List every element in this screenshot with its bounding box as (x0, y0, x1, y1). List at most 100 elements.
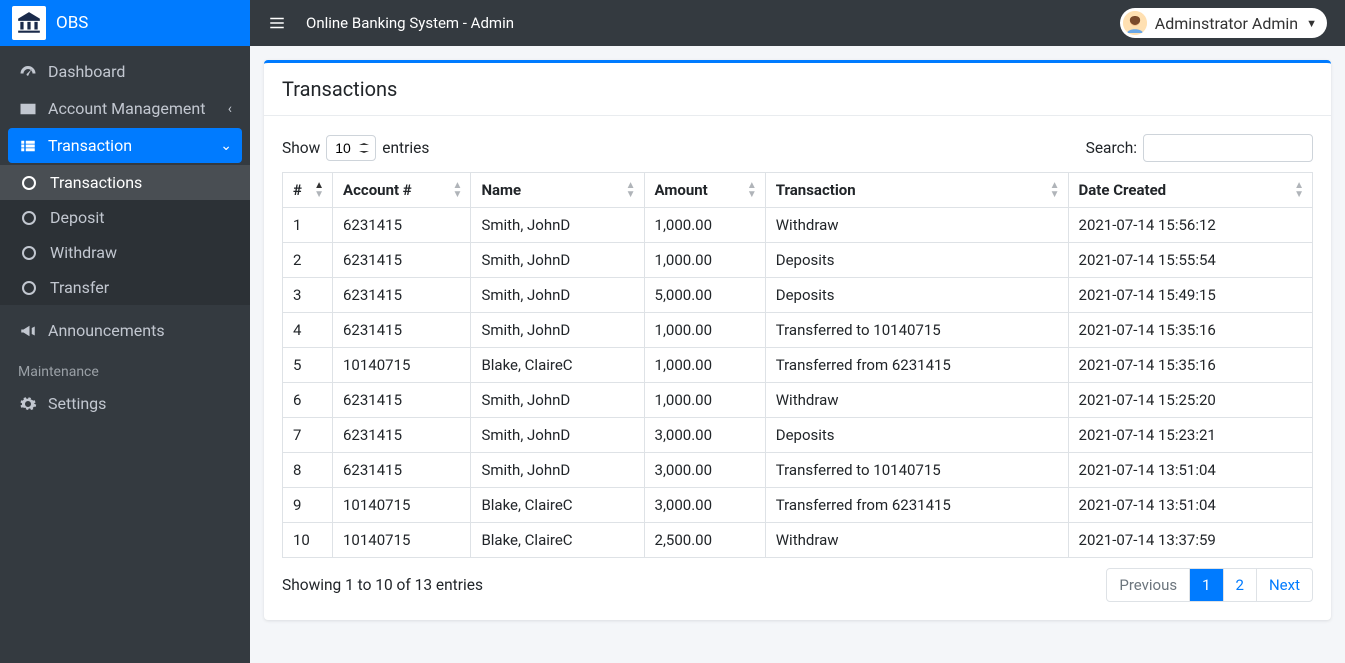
sidebar-sub-transfer[interactable]: Transfer (0, 270, 250, 305)
transactions-card: Transactions Show 10 entries Search: (264, 60, 1331, 620)
sort-icon: ▲▼ (314, 181, 324, 199)
list-icon (18, 137, 38, 155)
circle-icon (22, 246, 36, 260)
cell-transaction: Transferred to 10140715 (765, 313, 1068, 348)
cell-amount: 1,000.00 (644, 313, 765, 348)
user-menu[interactable]: Adminstrator Admin ▼ (1120, 8, 1327, 38)
search-input[interactable] (1143, 134, 1313, 162)
cell-amount: 1,000.00 (644, 348, 765, 383)
cell-date: 2021-07-14 15:55:54 (1068, 243, 1312, 278)
tachometer-icon (18, 63, 38, 81)
transaction-submenu: Transactions Deposit Withdraw Transfer (0, 165, 250, 305)
card-title: Transactions (264, 63, 1331, 116)
page-size-select[interactable]: 10 (326, 135, 376, 161)
sidebar-sub-label: Transfer (50, 278, 109, 297)
column-header[interactable]: Name▲▼ (471, 173, 644, 208)
table-row: 66231415Smith, JohnD1,000.00Withdraw2021… (283, 383, 1313, 418)
cell-transaction: Withdraw (765, 383, 1068, 418)
cell-transaction: Transferred from 6231415 (765, 488, 1068, 523)
cell-date: 2021-07-14 15:49:15 (1068, 278, 1312, 313)
cell-index: 3 (283, 278, 333, 313)
sidebar-item-label: Announcements (48, 321, 165, 340)
sidebar-item-label: Transaction (48, 136, 132, 155)
sidebar-sub-label: Transactions (50, 173, 142, 192)
table-row: 16231415Smith, JohnD1,000.00Withdraw2021… (283, 208, 1313, 243)
cell-amount: 2,500.00 (644, 523, 765, 558)
page-number-button[interactable]: 2 (1224, 569, 1257, 601)
table-row: 910140715Blake, ClaireC3,000.00Transferr… (283, 488, 1313, 523)
search-label: Search: (1086, 139, 1137, 157)
topbar: Online Banking System - Admin Adminstrat… (250, 0, 1345, 46)
cell-account: 6231415 (333, 278, 471, 313)
table-row: 26231415Smith, JohnD1,000.00Deposits2021… (283, 243, 1313, 278)
table-row: 1010140715Blake, ClaireC2,500.00Withdraw… (283, 523, 1313, 558)
cell-index: 9 (283, 488, 333, 523)
sort-icon: ▲▼ (747, 181, 757, 199)
pagination: Previous12Next (1106, 568, 1313, 602)
length-show-label: Show (282, 139, 320, 157)
main: Online Banking System - Admin Adminstrat… (250, 0, 1345, 663)
sidebar-item-announcements[interactable]: Announcements (8, 313, 242, 348)
cell-name: Smith, JohnD (471, 278, 644, 313)
sidebar-item-dashboard[interactable]: Dashboard (8, 54, 242, 89)
sidebar-item-account-management[interactable]: Account Management ‹ (8, 91, 242, 126)
cell-account: 6231415 (333, 418, 471, 453)
sidebar: OBS Dashboard Account Management ‹ Trans… (0, 0, 250, 663)
sidebar-item-settings[interactable]: Settings (8, 386, 242, 421)
cell-account: 10140715 (333, 488, 471, 523)
cogs-icon (18, 395, 38, 413)
cell-date: 2021-07-14 13:51:04 (1068, 453, 1312, 488)
cell-account: 6231415 (333, 453, 471, 488)
sidebar-sub-deposit[interactable]: Deposit (0, 200, 250, 235)
cell-name: Blake, ClaireC (471, 523, 644, 558)
cell-name: Smith, JohnD (471, 453, 644, 488)
cell-account: 6231415 (333, 243, 471, 278)
cell-index: 6 (283, 383, 333, 418)
content: Transactions Show 10 entries Search: (250, 46, 1345, 663)
cell-amount: 3,000.00 (644, 453, 765, 488)
cell-amount: 1,000.00 (644, 383, 765, 418)
cell-transaction: Transferred from 6231415 (765, 348, 1068, 383)
column-header[interactable]: Account #▲▼ (333, 173, 471, 208)
cell-date: 2021-07-14 15:23:21 (1068, 418, 1312, 453)
transactions-table: #▲▼Account #▲▼Name▲▼Amount▲▼Transaction▲… (282, 172, 1313, 558)
column-header[interactable]: Transaction▲▼ (765, 173, 1068, 208)
cell-index: 4 (283, 313, 333, 348)
table-row: 76231415Smith, JohnD3,000.00Deposits2021… (283, 418, 1313, 453)
brand-name: OBS (56, 13, 88, 33)
cell-index: 10 (283, 523, 333, 558)
page-number-button[interactable]: 1 (1190, 569, 1223, 601)
nav-lower: Announcements Maintenance Settings (0, 305, 250, 423)
datatable-bottom: Showing 1 to 10 of 13 entries Previous12… (282, 568, 1313, 602)
cell-account: 6231415 (333, 383, 471, 418)
cell-account: 10140715 (333, 348, 471, 383)
table-header-row: #▲▼Account #▲▼Name▲▼Amount▲▼Transaction▲… (283, 173, 1313, 208)
prev-page-button[interactable]: Previous (1107, 569, 1190, 601)
column-header[interactable]: Amount▲▼ (644, 173, 765, 208)
sidebar-sub-withdraw[interactable]: Withdraw (0, 235, 250, 270)
next-page-button[interactable]: Next (1257, 569, 1312, 601)
sidebar-item-label: Settings (48, 394, 106, 413)
sort-icon: ▲▼ (1050, 181, 1060, 199)
datatable-length: Show 10 entries (282, 135, 429, 161)
cell-index: 5 (283, 348, 333, 383)
menu-toggle-button[interactable] (268, 14, 286, 32)
sidebar-item-label: Dashboard (48, 62, 125, 81)
circle-icon (22, 176, 36, 190)
table-row: 46231415Smith, JohnD1,000.00Transferred … (283, 313, 1313, 348)
cell-name: Smith, JohnD (471, 208, 644, 243)
brand[interactable]: OBS (0, 0, 250, 46)
sidebar-sub-transactions[interactable]: Transactions (0, 165, 250, 200)
sidebar-item-transaction[interactable]: Transaction ⌄ (8, 128, 242, 163)
cell-amount: 1,000.00 (644, 243, 765, 278)
cell-name: Smith, JohnD (471, 383, 644, 418)
cell-transaction: Withdraw (765, 208, 1068, 243)
sort-icon: ▲▼ (626, 181, 636, 199)
column-header[interactable]: Date Created▲▼ (1068, 173, 1312, 208)
cell-amount: 3,000.00 (644, 488, 765, 523)
table-row: 86231415Smith, JohnD3,000.00Transferred … (283, 453, 1313, 488)
table-row: 510140715Blake, ClaireC1,000.00Transferr… (283, 348, 1313, 383)
cell-index: 7 (283, 418, 333, 453)
user-name: Adminstrator Admin (1155, 14, 1298, 33)
column-header[interactable]: #▲▼ (283, 173, 333, 208)
